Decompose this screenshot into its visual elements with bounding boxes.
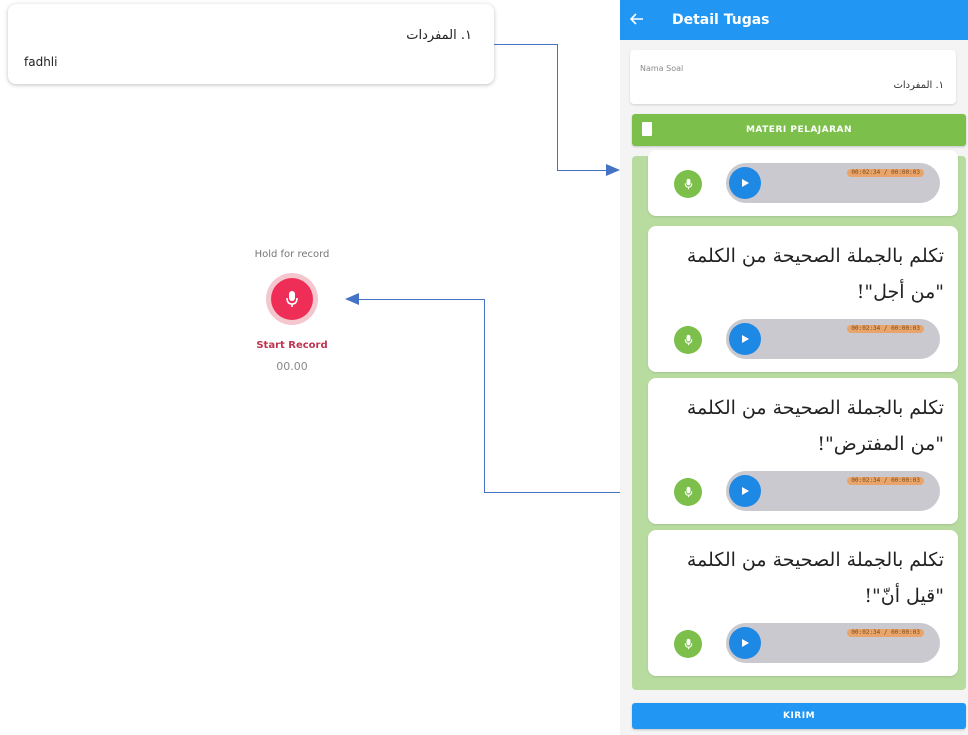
play-button[interactable] [729, 627, 761, 659]
question-name-label: Nama Soal [640, 64, 684, 73]
questions-list[interactable]: 00:02:34 / 00:00:03 تكلم بالجملة الصحيحة… [632, 150, 966, 690]
connector-line [557, 44, 558, 170]
question-card: تكلم بالجملة الصحيحة من الكلمة "من أجل"!… [648, 226, 958, 372]
page-title: Detail Tugas [672, 12, 770, 28]
record-button[interactable] [266, 273, 318, 325]
question-card: تكلم بالجملة الصحيحة من الكلمة "قيل أنّ"… [648, 530, 958, 676]
question-text: تكلم بالجملة الصحيحة من الكلمة "من المفت… [686, 397, 944, 455]
lesson-material-label: MATERI PELAJARAN [745, 125, 853, 135]
play-icon [742, 639, 749, 647]
play-button[interactable] [729, 167, 761, 199]
play-icon [742, 487, 749, 495]
audio-track[interactable]: 00:02:34 / 00:00:03 [726, 623, 940, 663]
play-icon [742, 179, 749, 187]
audio-duration: 00:02:34 / 00:00:03 [847, 629, 924, 637]
submit-button[interactable]: KIRIM [632, 703, 966, 729]
record-answer-button[interactable] [674, 478, 702, 506]
question-name-card: Nama Soal ١. المفردات [630, 50, 956, 104]
question-card: 00:02:34 / 00:00:03 [648, 150, 958, 216]
record-timer: 00.00 [276, 360, 308, 373]
connector-line [484, 299, 485, 493]
connector-line [557, 170, 609, 171]
play-button[interactable] [729, 475, 761, 507]
record-answer-button[interactable] [674, 630, 702, 658]
microphone-icon [684, 638, 692, 650]
record-label: Start Record [256, 340, 328, 351]
question-name-value: ١. المفردات [893, 80, 944, 91]
audio-player: 00:02:34 / 00:00:03 [648, 162, 958, 206]
connector-line [494, 44, 557, 45]
audio-track[interactable]: 00:02:34 / 00:00:03 [726, 471, 940, 511]
submit-label: KIRIM [782, 711, 816, 721]
play-icon [742, 335, 749, 343]
audio-player: 00:02:34 / 00:00:03 [648, 318, 958, 362]
microphone-icon [684, 334, 692, 346]
audio-track[interactable]: 00:02:34 / 00:00:03 [726, 319, 940, 359]
audio-duration: 00:02:34 / 00:00:03 [847, 477, 924, 485]
question-card: تكلم بالجملة الصحيحة من الكلمة "من المفت… [648, 378, 958, 524]
question-text: تكلم بالجملة الصحيحة من الكلمة "قيل أنّ"… [686, 549, 944, 607]
arrow-left-icon[interactable] [629, 11, 654, 30]
phone-screen: Detail Tugas Nama Soal ١. المفردات MATER… [620, 0, 968, 735]
audio-duration: 00:02:34 / 00:00:03 [847, 169, 924, 177]
record-hint: Hold for record [254, 249, 330, 260]
record-answer-button[interactable] [674, 326, 702, 354]
record-answer-button[interactable] [674, 170, 702, 198]
student-name: fadhli [24, 55, 58, 69]
lesson-material-button[interactable]: MATERI PELAJARAN [632, 114, 966, 146]
audio-player: 00:02:34 / 00:00:03 [648, 470, 958, 514]
book-icon [642, 122, 652, 136]
microphone-icon [684, 486, 692, 498]
audio-player: 00:02:34 / 00:00:03 [648, 622, 958, 666]
app-bar: Detail Tugas [620, 0, 968, 40]
assignment-item-card[interactable]: ١. المفردات fadhli [8, 4, 494, 84]
connector-line [484, 492, 620, 493]
microphone-icon [286, 291, 298, 307]
audio-duration: 00:02:34 / 00:00:03 [847, 325, 924, 333]
microphone-icon [684, 178, 692, 190]
connector-arrowhead [345, 293, 359, 305]
question-text: تكلم بالجملة الصحيحة من الكلمة "من أجل"! [686, 245, 944, 303]
audio-track[interactable]: 00:02:34 / 00:00:03 [726, 163, 940, 203]
item-title: ١. المفردات [406, 28, 472, 43]
play-button[interactable] [729, 323, 761, 355]
connector-line [358, 299, 485, 300]
connector-arrowhead [606, 164, 620, 176]
